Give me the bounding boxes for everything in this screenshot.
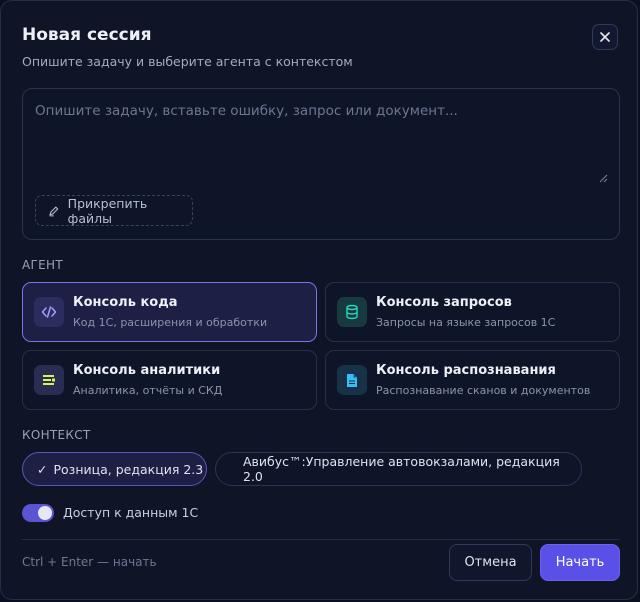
agent-card-code-console[interactable]: Консоль кода Код 1С, расширения и обрабо… [22,282,317,342]
resize-grip-icon[interactable] [598,173,608,183]
code-icon [34,297,64,327]
start-button[interactable]: Начать [540,544,620,581]
context-pill-retail[interactable]: ✓ Розница, редакция 2.3 [22,452,207,486]
task-input[interactable] [23,89,619,187]
agent-section-label: АГЕНТ [22,258,63,272]
attach-files-button[interactable]: Прикрепить файлы [35,195,193,226]
data-access-toggle[interactable] [22,504,54,522]
agent-title: Консоль аналитики [73,363,221,378]
attach-files-label: Прикрепить файлы [67,195,148,226]
agent-card-recognition-console[interactable]: Консоль распознавания Распознавание скан… [325,350,620,410]
close-icon [600,32,610,42]
report-icon [34,365,64,395]
agent-card-query-console[interactable]: Консоль запросов Запросы на языке запрос… [325,282,620,342]
agent-description: Распознавание сканов и документов [376,384,591,397]
agent-description: Аналитика, отчёты и СКД [73,384,223,397]
document-icon [337,365,367,395]
agent-description: Запросы на языке запросов 1С [376,316,556,329]
data-access-label: Доступ к данным 1С [63,505,199,520]
check-icon: ✓ [37,461,48,477]
agent-title: Консоль распознавания [376,363,556,378]
toggle-knob [38,506,52,520]
agent-title: Консоль кода [73,295,178,310]
context-pill-label: Авибус™:Управление автовокзалами, редакц… [243,454,560,484]
dialog-subtitle: Опишите задачу и выберите агента с конте… [22,54,353,69]
keyboard-hint: Ctrl + Enter — начать [22,555,157,569]
context-section-label: КОНТЕКСТ [22,428,91,442]
cancel-button[interactable]: Отмена [449,544,532,581]
database-icon [337,297,367,327]
context-pill-avibus[interactable]: Авибус™:Управление автовокзалами, редакц… [215,452,582,486]
footer-divider [22,539,620,540]
context-pill-label: Розница, редакция 2.3 [53,461,204,477]
close-button[interactable] [592,24,618,50]
dialog-title: Новая сессия [22,25,152,45]
agent-description: Код 1С, расширения и обработки [73,316,268,329]
task-input-container: Прикрепить файлы [22,88,620,240]
new-session-dialog: Новая сессия Опишите задачу и выберите а… [0,0,638,600]
agent-title: Консоль запросов [376,295,512,310]
agent-card-analytics-console[interactable]: Консоль аналитики Аналитика, отчёты и СК… [22,350,317,410]
pen-icon [49,206,59,216]
